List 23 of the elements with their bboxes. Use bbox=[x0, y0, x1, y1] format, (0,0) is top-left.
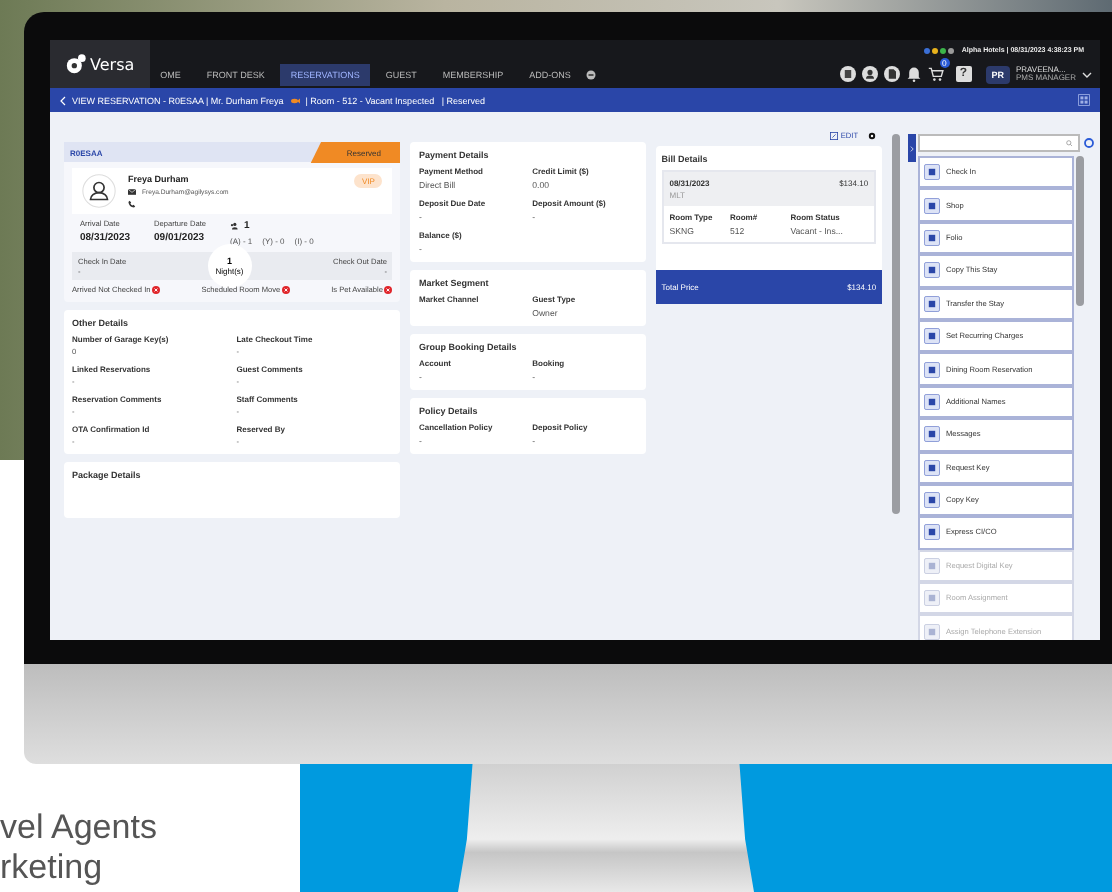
phone-icon bbox=[128, 200, 136, 208]
more-icon[interactable] bbox=[586, 69, 597, 79]
page-text: vel Agents bbox=[0, 808, 157, 848]
guests-icon bbox=[230, 222, 238, 230]
mail-icon bbox=[128, 188, 136, 196]
chevron-right-icon bbox=[909, 145, 914, 151]
collapse-tab[interactable] bbox=[907, 134, 916, 162]
bell-icon[interactable] bbox=[905, 66, 922, 82]
search-field[interactable] bbox=[917, 134, 1080, 152]
document-icon[interactable] bbox=[839, 66, 856, 82]
fish-icon bbox=[289, 97, 300, 103]
grid-icon[interactable] bbox=[1078, 94, 1090, 106]
file-icon[interactable] bbox=[883, 66, 900, 82]
user-icon[interactable] bbox=[861, 66, 878, 82]
page-text: rketing bbox=[0, 848, 105, 888]
guest-avatar-icon bbox=[82, 174, 116, 208]
back-icon[interactable] bbox=[60, 95, 66, 105]
edit-icon bbox=[830, 131, 839, 139]
logo-icon bbox=[66, 54, 86, 74]
search-icon bbox=[1066, 139, 1074, 147]
logo: Versa bbox=[50, 40, 151, 88]
cart-icon[interactable] bbox=[927, 66, 944, 82]
chevron-down-icon[interactable] bbox=[1082, 71, 1092, 77]
